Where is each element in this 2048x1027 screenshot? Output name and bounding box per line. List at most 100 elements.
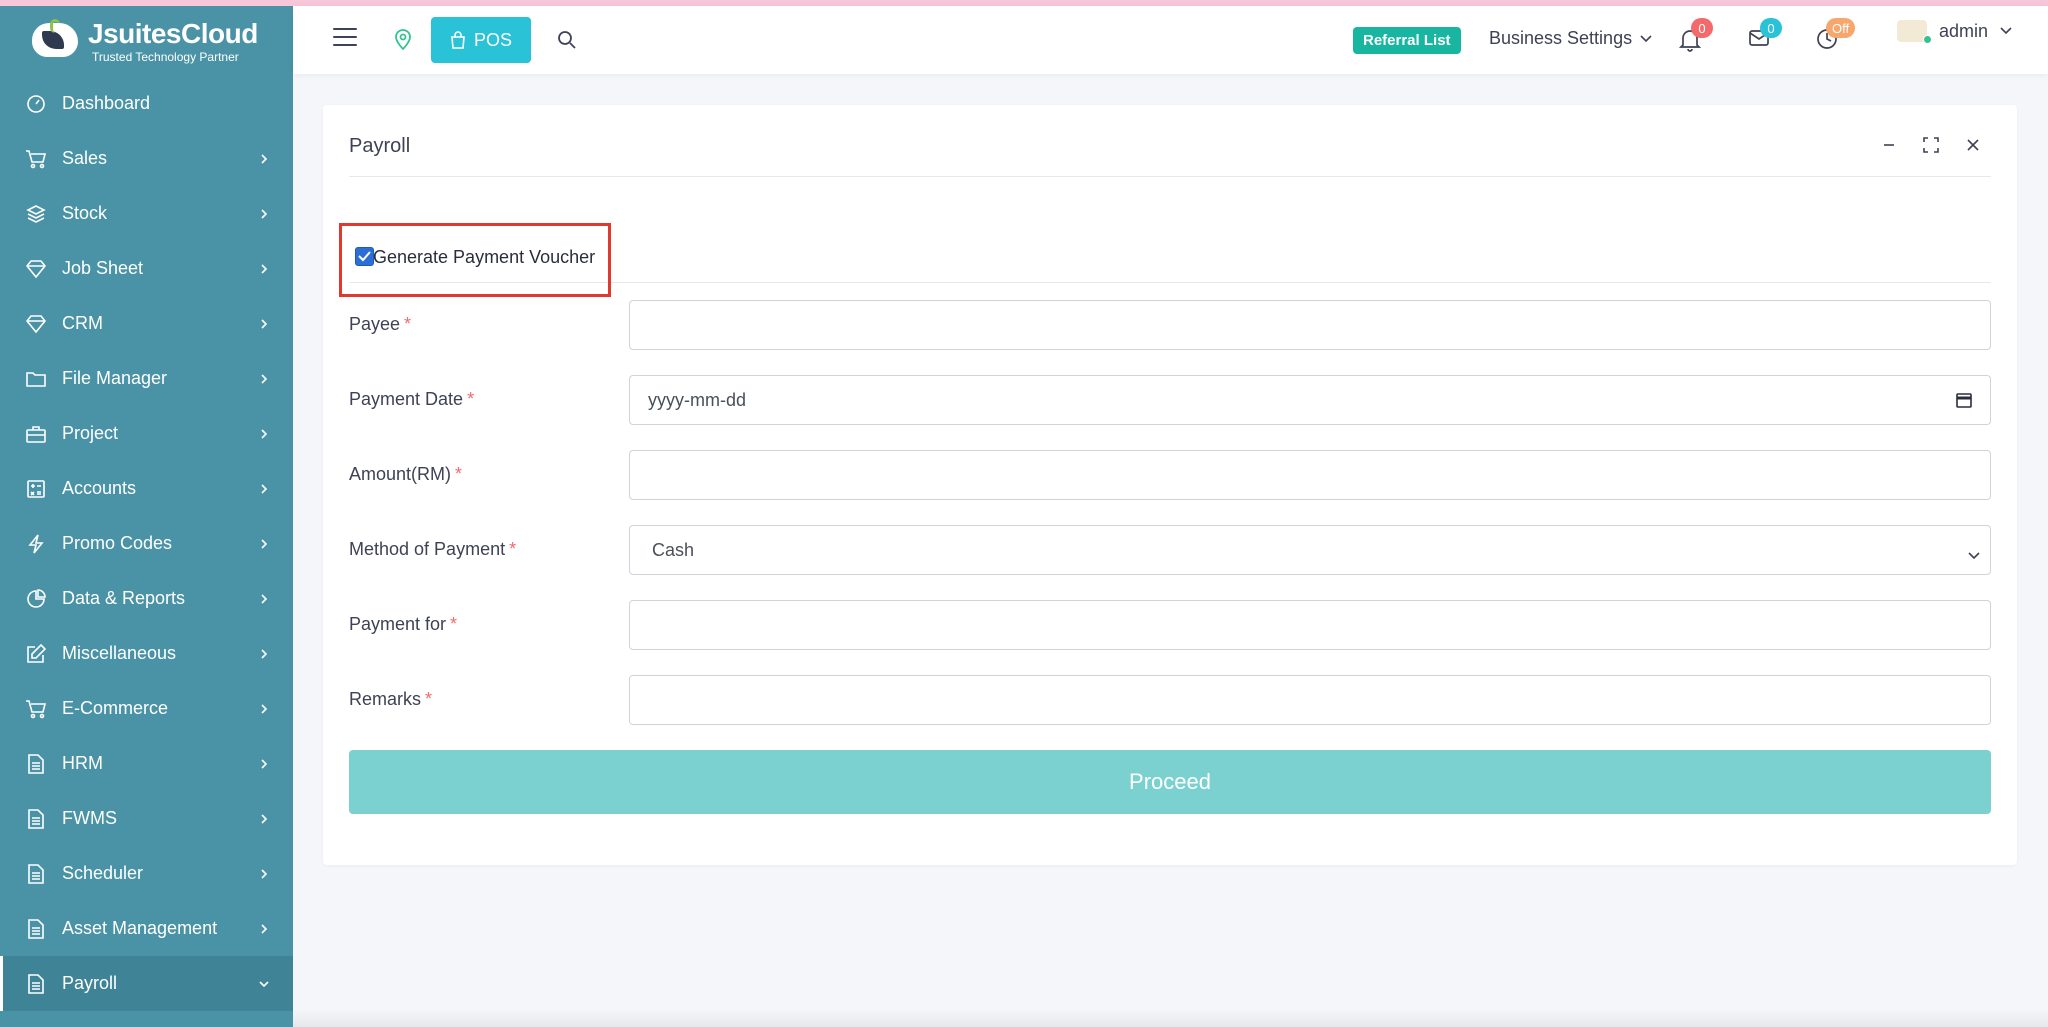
brand-tagline: Trusted Technology Partner <box>92 49 239 64</box>
sidebar-item-asset-management[interactable]: Asset Management <box>0 901 293 956</box>
chevron-right-icon <box>261 868 268 879</box>
calculator-icon <box>25 478 47 500</box>
payee-input[interactable] <box>629 300 1991 350</box>
voucher-row: Generate Payment Voucher <box>339 223 1991 297</box>
document-icon <box>25 808 47 830</box>
chevron-right-icon <box>261 153 268 164</box>
remarks-label: Remarks * <box>349 689 433 709</box>
sidebar-item-label: Payroll <box>62 973 118 993</box>
proceed-button[interactable]: Proceed <box>349 750 1991 814</box>
messages-badge: 0 <box>1760 18 1782 38</box>
sidebar-item-hrm[interactable]: HRM <box>0 736 293 791</box>
chevron-right-icon <box>261 373 268 384</box>
location-pin-icon[interactable] <box>393 28 413 55</box>
chevron-right-icon <box>261 483 268 494</box>
sidebar-item-label: Asset Management <box>62 918 218 938</box>
hamburger-menu-icon[interactable] <box>333 28 357 48</box>
clock-icon[interactable]: Off <box>1816 18 1856 52</box>
basket-icon <box>25 148 47 170</box>
sidebar-item-data-reports[interactable]: Data & Reports <box>0 571 293 626</box>
sidebar-item-label: FWMS <box>62 808 117 828</box>
brand-logo[interactable]: JsuitesCloud Trusted Technology Partner <box>0 6 293 76</box>
sidebar-item-crm[interactable]: CRM <box>0 296 293 351</box>
chevron-right-icon <box>261 318 268 329</box>
minimize-icon[interactable] <box>1879 135 1899 155</box>
sidebar-item-label: Job Sheet <box>62 258 144 278</box>
user-name: admin <box>1939 20 1989 41</box>
sidebar-item-label: File Manager <box>62 368 168 388</box>
sidebar-item-scheduler[interactable]: Scheduler <box>0 846 293 901</box>
sidebar-item-label: Stock <box>62 203 108 223</box>
sidebar-item-label: Miscellaneous <box>62 643 177 663</box>
payment-method-label: Method of Payment * <box>349 539 517 559</box>
sidebar-item-dashboard[interactable]: Dashboard <box>0 76 293 131</box>
sidebar-menu: Dashboard Sales Stock Job Sheet CRM File… <box>0 76 293 1011</box>
amount-row: Amount(RM) * <box>349 450 1991 500</box>
chevron-down-icon <box>2000 27 2012 35</box>
chevron-right-icon <box>261 538 268 549</box>
mail-icon[interactable]: 0 <box>1748 18 1782 52</box>
sidebar-item-job-sheet[interactable]: Job Sheet <box>0 241 293 296</box>
pie-chart-icon <box>25 588 47 610</box>
briefcase-icon <box>25 423 47 445</box>
sidebar-item-fwms[interactable]: FWMS <box>0 791 293 846</box>
fullscreen-icon[interactable] <box>1921 135 1941 155</box>
sidebar-item-label: Sales <box>62 148 108 168</box>
sidebar-item-project[interactable]: Project <box>0 406 293 461</box>
payment-for-row: Payment for * <box>349 600 1991 650</box>
sidebar-item-promo-codes[interactable]: Promo Codes <box>0 516 293 571</box>
checkmark-icon <box>358 251 371 262</box>
page-title: Payroll <box>349 135 411 157</box>
diamond-icon <box>25 258 47 280</box>
payment-date-input[interactable]: yyyy-mm-dd <box>629 375 1991 425</box>
notifications-badge: 0 <box>1691 18 1713 38</box>
sidebar-item-label: E-Commerce <box>62 698 169 718</box>
chevron-down-icon <box>1968 544 1980 565</box>
generate-voucher-label[interactable]: Generate Payment Voucher <box>373 247 595 268</box>
cloud-logo-icon <box>28 17 80 65</box>
generate-voucher-checkbox[interactable] <box>355 247 374 266</box>
payment-date-row: Payment Date * yyyy-mm-dd <box>349 375 1991 425</box>
referral-list-button[interactable]: Referral List <box>1353 27 1461 54</box>
payee-row: Payee * <box>349 300 1991 350</box>
notifications-bell-icon[interactable]: 0 <box>1678 18 1713 52</box>
amount-input[interactable] <box>629 450 1991 500</box>
clock-status-badge: Off <box>1826 18 1856 38</box>
gauge-icon <box>25 93 47 115</box>
document-icon <box>25 753 47 775</box>
chevron-down-icon <box>259 980 269 987</box>
business-settings-dropdown[interactable]: Business Settings <box>1489 28 1652 49</box>
payment-for-label: Payment for * <box>349 614 458 634</box>
avatar <box>1897 20 1932 44</box>
sidebar-item-e-commerce[interactable]: E-Commerce <box>0 681 293 736</box>
payment-for-input[interactable] <box>629 600 1991 650</box>
cart-icon <box>25 698 47 720</box>
sidebar-item-stock[interactable]: Stock <box>0 186 293 241</box>
payment-date-label: Payment Date * <box>349 389 475 409</box>
sidebar-item-miscellaneous[interactable]: Miscellaneous <box>0 626 293 681</box>
payment-method-select[interactable]: Cash <box>629 525 1991 575</box>
search-icon[interactable] <box>557 30 577 55</box>
sidebar-item-file-manager[interactable]: File Manager <box>0 351 293 406</box>
document-icon <box>25 918 47 940</box>
chevron-right-icon <box>261 593 268 604</box>
folder-icon <box>25 368 47 390</box>
sidebar-item-sales[interactable]: Sales <box>0 131 293 186</box>
calendar-icon[interactable] <box>1956 392 1972 413</box>
sidebar-item-label: Dashboard <box>62 93 151 113</box>
sidebar-item-accounts[interactable]: Accounts <box>0 461 293 516</box>
sidebar-item-payroll[interactable]: Payroll <box>0 956 293 1011</box>
bottom-shadow <box>293 1009 2048 1027</box>
chevron-right-icon <box>261 648 268 659</box>
chevron-right-icon <box>261 923 268 934</box>
remarks-input[interactable] <box>629 675 1991 725</box>
close-icon[interactable] <box>1963 135 1983 155</box>
top-header: POS Referral List Business Settings 0 0 … <box>293 6 2048 74</box>
chevron-right-icon <box>261 428 268 439</box>
user-menu[interactable]: admin <box>1897 20 2012 44</box>
payee-label: Payee * <box>349 314 412 334</box>
sidebar-item-label: CRM <box>62 313 103 333</box>
sidebar-item-label: HRM <box>62 753 103 773</box>
diamond-icon <box>25 313 47 335</box>
pos-button[interactable]: POS <box>431 17 531 63</box>
